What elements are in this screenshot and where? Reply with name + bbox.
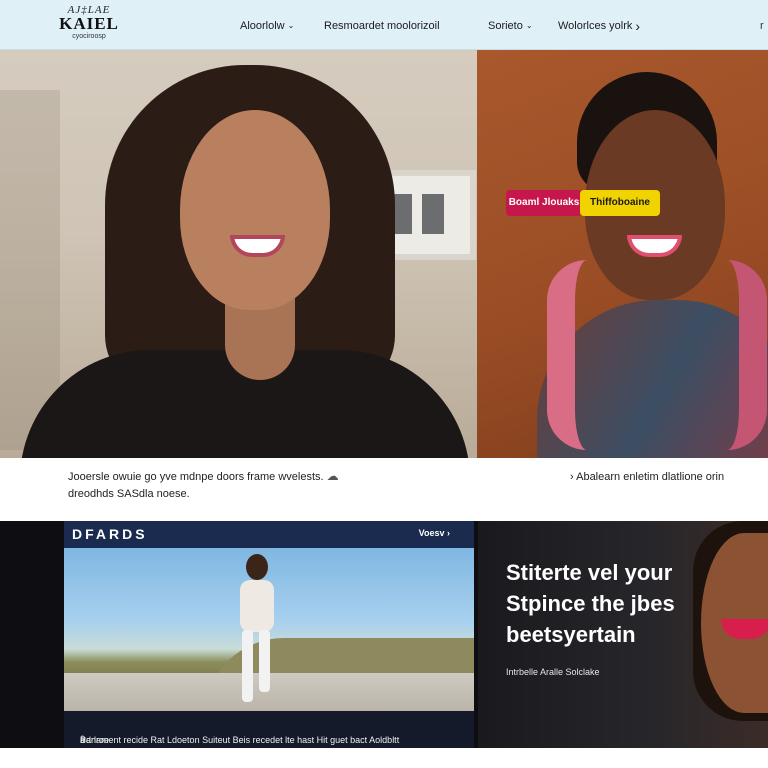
caption-left-line-2: dreodhds SASdla noese. bbox=[68, 488, 190, 500]
promo-subtitle: Intrbelle Aralle Solclake bbox=[506, 667, 600, 677]
top-nav-bar: AJ‡LAE KAIEL cyociroosp Aloorlolw ⌄ Resm… bbox=[0, 0, 768, 50]
nav-item-1[interactable]: Aloorlolw ⌄ bbox=[240, 17, 294, 35]
person-face bbox=[180, 110, 330, 310]
logo-line-2: KAIEL bbox=[59, 14, 119, 33]
hero-photos bbox=[0, 50, 768, 458]
promo-primary-button[interactable]: Boaml Jlouaks bbox=[506, 190, 582, 216]
nav-item-3-label: Sorieto bbox=[488, 20, 523, 32]
promo-panel: Stiterte vel your Stpince the jbes beets… bbox=[478, 521, 768, 748]
caption-left-line-1: Jooersle owuie go yve mdnpe doors frame … bbox=[68, 471, 324, 483]
runner-figure bbox=[232, 554, 280, 704]
promo-portrait bbox=[693, 521, 768, 748]
nav-item-3[interactable]: Sorieto ⌄ bbox=[488, 17, 533, 35]
promo-secondary-button[interactable]: Thiffoboaine bbox=[580, 190, 660, 216]
caption-right-link[interactable]: › Abalearn enletim dlatlione orin bbox=[570, 469, 724, 486]
feature-header: DFARDS Voesv › bbox=[64, 521, 474, 548]
feature-tag: DFARDS bbox=[72, 526, 148, 542]
promo-title: Stiterte vel your Stpince the jbes beets… bbox=[506, 560, 675, 647]
nav-item-cutoff[interactable]: r bbox=[760, 17, 764, 35]
nav-item-2-label: Resmoardet moolorizoil bbox=[324, 20, 440, 32]
nav-item-4-label: Wolorlces yolrk bbox=[558, 20, 633, 32]
logo-line-3: cyociroosp bbox=[72, 33, 106, 40]
photo-caption-row: Jooersle owuie go yve mdnpe doors frame … bbox=[0, 458, 768, 521]
cloud-icon: ☁ bbox=[326, 469, 339, 483]
feature-caption-bar: Parlament recide Rat Ldoeton Suiteut Bei… bbox=[64, 711, 474, 748]
portrait-photo-right bbox=[477, 50, 768, 458]
feature-caption: Parlament recide Rat Ldoeton Suiteut Bei… bbox=[80, 735, 400, 745]
feature-runner-photo bbox=[64, 548, 474, 711]
caption-left[interactable]: Jooersle owuie go yve mdnpe doors frame … bbox=[68, 468, 428, 503]
feature-card[interactable]: DFARDS Voesv › Parlament recide Rat Ldoe… bbox=[64, 521, 474, 748]
chevron-right-icon: › bbox=[635, 18, 641, 34]
chevron-down-icon: ⌄ bbox=[525, 21, 533, 30]
nav-item-1-label: Aloorlolw bbox=[240, 20, 285, 32]
feature-caption-end: Bdnroe bbox=[80, 735, 110, 745]
portrait-photo-left bbox=[0, 50, 477, 458]
feature-more-link[interactable]: Voesv › bbox=[419, 528, 450, 538]
chevron-down-icon: ⌄ bbox=[287, 21, 295, 30]
nav-item-2[interactable]: Resmoardet moolorizoil bbox=[324, 17, 440, 35]
nav-item-4[interactable]: Wolorlces yolrk › bbox=[558, 17, 640, 35]
site-logo[interactable]: AJ‡LAE KAIEL cyociroosp bbox=[58, 5, 120, 45]
